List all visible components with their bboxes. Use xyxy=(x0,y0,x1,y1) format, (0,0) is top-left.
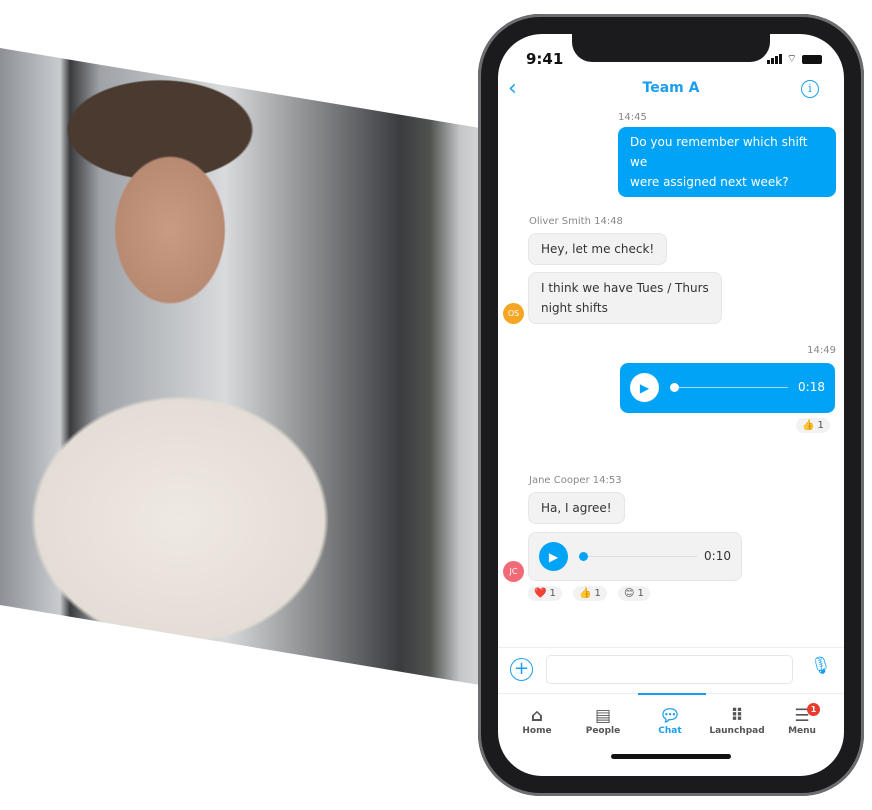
chat-icon: 💬︎ xyxy=(659,706,681,726)
audio-progress[interactable] xyxy=(582,556,697,557)
nav-label: People xyxy=(585,726,621,736)
timestamp: 14:45 xyxy=(618,112,647,123)
nav-label: Launchpad xyxy=(709,726,765,736)
nav-label: Menu xyxy=(788,726,816,736)
message-line: Do you remember which shift we xyxy=(630,135,808,169)
add-attachment-button[interactable]: + xyxy=(510,658,533,681)
voice-message: ▶ 0:18 xyxy=(620,363,835,413)
play-icon: ▶ xyxy=(639,380,650,395)
nav-home[interactable]: ⌂ Home xyxy=(503,706,571,736)
reaction-count: 1 xyxy=(637,588,644,599)
chat-title: Team A xyxy=(642,80,700,96)
reaction-count: 1 xyxy=(817,420,824,431)
reaction-thumbs-up[interactable]: 👍 1 xyxy=(573,586,607,601)
audio-progress[interactable] xyxy=(673,387,788,388)
nav-chat[interactable]: 💬︎ Chat xyxy=(636,706,704,736)
avatar[interactable]: JC xyxy=(503,561,524,582)
battery-icon xyxy=(802,54,822,64)
nav-label: Chat xyxy=(658,726,682,736)
message-input[interactable] xyxy=(546,655,793,684)
sender-label: Jane Cooper 14:53 xyxy=(529,475,622,486)
reaction-thumbs-up[interactable]: 👍 1 xyxy=(796,418,830,433)
message-bubble: Ha, I agree! xyxy=(528,492,625,524)
wifi-icon: ⌔ xyxy=(786,52,797,65)
thumbs-up-icon: 👍 xyxy=(579,588,592,599)
duration: 0:18 xyxy=(798,380,825,394)
signal-icon xyxy=(766,54,782,64)
play-button[interactable]: ▶ xyxy=(630,373,659,402)
reaction-count: 1 xyxy=(594,588,601,599)
message-bubble: Do you remember which shift we were assi… xyxy=(618,127,836,197)
avatar[interactable]: OS xyxy=(503,303,524,324)
contacts-icon: ▤ xyxy=(594,706,612,726)
reaction-heart[interactable]: ❤️ 1 xyxy=(528,586,562,601)
message-line: were assigned next week? xyxy=(630,175,789,189)
menu-icon: ☰ xyxy=(794,706,810,726)
voice-message: ▶ 0:10 xyxy=(528,532,742,581)
home-indicator xyxy=(611,754,731,759)
active-tab-indicator xyxy=(638,693,706,695)
play-button[interactable]: ▶ xyxy=(539,542,568,571)
divider xyxy=(498,647,844,648)
status-icons: ⌔ xyxy=(766,52,822,66)
info-button[interactable]: i xyxy=(801,80,819,98)
play-icon: ▶ xyxy=(548,549,559,564)
heart-icon: ❤️ xyxy=(534,588,547,599)
notch xyxy=(572,34,770,62)
reaction-count: 1 xyxy=(549,588,556,599)
scrub-handle[interactable] xyxy=(579,552,588,561)
grid-icon: ⠿ xyxy=(730,706,744,726)
nav-launchpad[interactable]: ⠿ Launchpad xyxy=(703,706,771,736)
nav-people[interactable]: ▤ People xyxy=(569,706,637,736)
home-icon: ⌂ xyxy=(530,706,544,726)
nav-label: Home xyxy=(522,726,552,736)
reaction-smile[interactable]: 😊 1 xyxy=(618,586,650,601)
notification-badge: 1 xyxy=(807,703,820,716)
microphone-button[interactable]: 🎙︎ xyxy=(810,656,832,676)
smile-icon: 😊 xyxy=(624,588,635,599)
duration: 0:10 xyxy=(704,549,731,563)
message-bubble: I think we have Tues / Thurs night shift… xyxy=(528,272,722,324)
woman-with-phone-photo xyxy=(0,48,480,685)
thumbs-up-icon: 👍 xyxy=(802,420,815,431)
scrub-handle[interactable] xyxy=(670,383,679,392)
sender-label: Oliver Smith 14:48 xyxy=(529,216,623,227)
message-bubble: Hey, let me check! xyxy=(528,233,668,265)
status-time: 9:41 xyxy=(526,50,564,68)
timestamp: 14:49 xyxy=(807,345,836,356)
nav-menu[interactable]: ☰ Menu 1 xyxy=(768,703,836,736)
phone-screen: 9:41 ⌔ ‹ Team A i 14:45 Do you remember … xyxy=(498,34,844,776)
